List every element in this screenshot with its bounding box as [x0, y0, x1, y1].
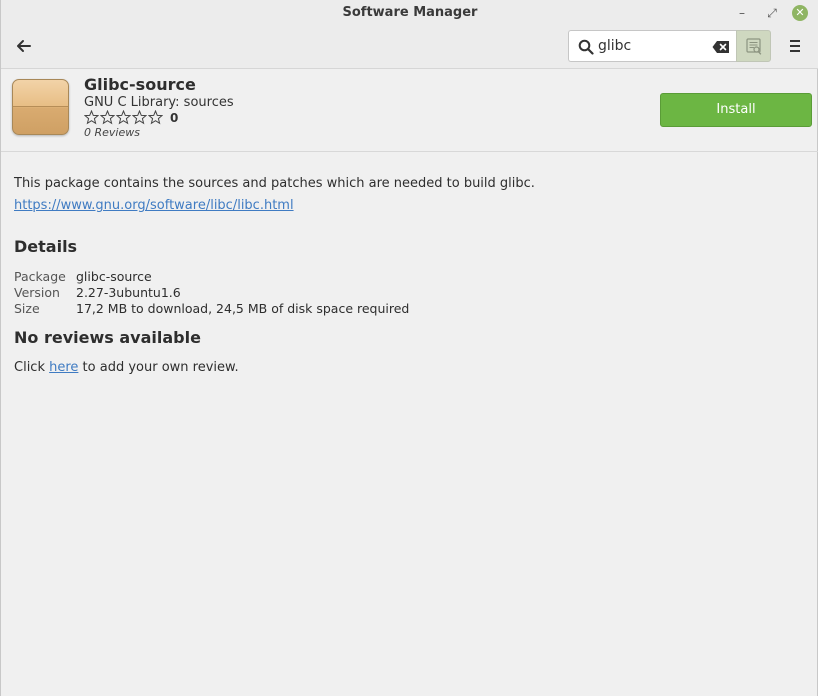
star-empty-icon [132, 110, 147, 125]
search-field[interactable] [568, 30, 736, 62]
details-row: Version 2.27-3ubuntu1.6 [14, 285, 514, 301]
details-label: Size [14, 301, 40, 316]
details-label: Version [14, 285, 60, 300]
reviews-heading: No reviews available [14, 328, 201, 347]
details-heading: Details [14, 237, 78, 256]
main-menu-button[interactable] [785, 38, 805, 54]
details-row: Size 17,2 MB to download, 24,5 MB of dis… [14, 301, 514, 317]
search-in-description-icon [746, 38, 762, 55]
magnifier-icon [578, 39, 594, 55]
reviews-count: 0 Reviews [84, 126, 140, 139]
star-empty-icon [100, 110, 115, 125]
header-bar [1, 26, 818, 69]
package-summary: GNU C Library: sources [84, 95, 234, 110]
package-description-section: This package contains the sources and pa… [14, 176, 804, 213]
package-box-icon [12, 79, 69, 135]
review-prompt-suffix: to add your own review. [78, 360, 239, 375]
details-row: Package glibc-source [14, 269, 514, 285]
review-prompt-prefix: Click [14, 360, 50, 375]
maximize-button[interactable]: ⤢ [762, 3, 782, 23]
star-empty-icon [148, 110, 163, 125]
package-description: This package contains the sources and pa… [14, 176, 535, 191]
add-review-link[interactable]: here [49, 360, 78, 375]
install-button[interactable]: Install [660, 93, 812, 127]
software-manager-window: Software Manager – ⤢ ✕ glibc Glibc-sourc… [0, 0, 818, 696]
search-in-description-button[interactable] [736, 30, 771, 62]
star-empty-icon [84, 110, 99, 125]
package-box-seam [13, 106, 68, 107]
title-bar[interactable]: Software Manager – ⤢ ✕ [1, 0, 818, 26]
back-button[interactable] [11, 35, 37, 57]
star-empty-icon [116, 110, 131, 125]
homepage-link[interactable]: https://www.gnu.org/software/libc/libc.h… [14, 198, 294, 213]
search-input[interactable] [598, 38, 708, 54]
hamburger-menu-icon [790, 40, 800, 52]
details-value: 2.27-3ubuntu1.6 [76, 285, 181, 300]
rating-count: 0 [170, 111, 179, 125]
details-value: 17,2 MB to download, 24,5 MB of disk spa… [76, 301, 410, 316]
details-table: Package glibc-source Version 2.27-3ubunt… [14, 269, 514, 317]
close-button[interactable]: ✕ [792, 5, 808, 21]
arrow-left-icon [17, 40, 31, 52]
details-label: Package [14, 269, 66, 284]
details-value: glibc-source [76, 269, 152, 284]
window-title: Software Manager [342, 5, 478, 20]
add-review-prompt: Click here to add your own review. [14, 360, 239, 375]
package-header: Glibc-source GNU C Library: sources 0 0 … [1, 69, 818, 152]
backspace-clear-icon[interactable] [712, 40, 730, 54]
minimize-button[interactable]: – [732, 3, 752, 23]
package-name: Glibc-source [84, 75, 196, 94]
